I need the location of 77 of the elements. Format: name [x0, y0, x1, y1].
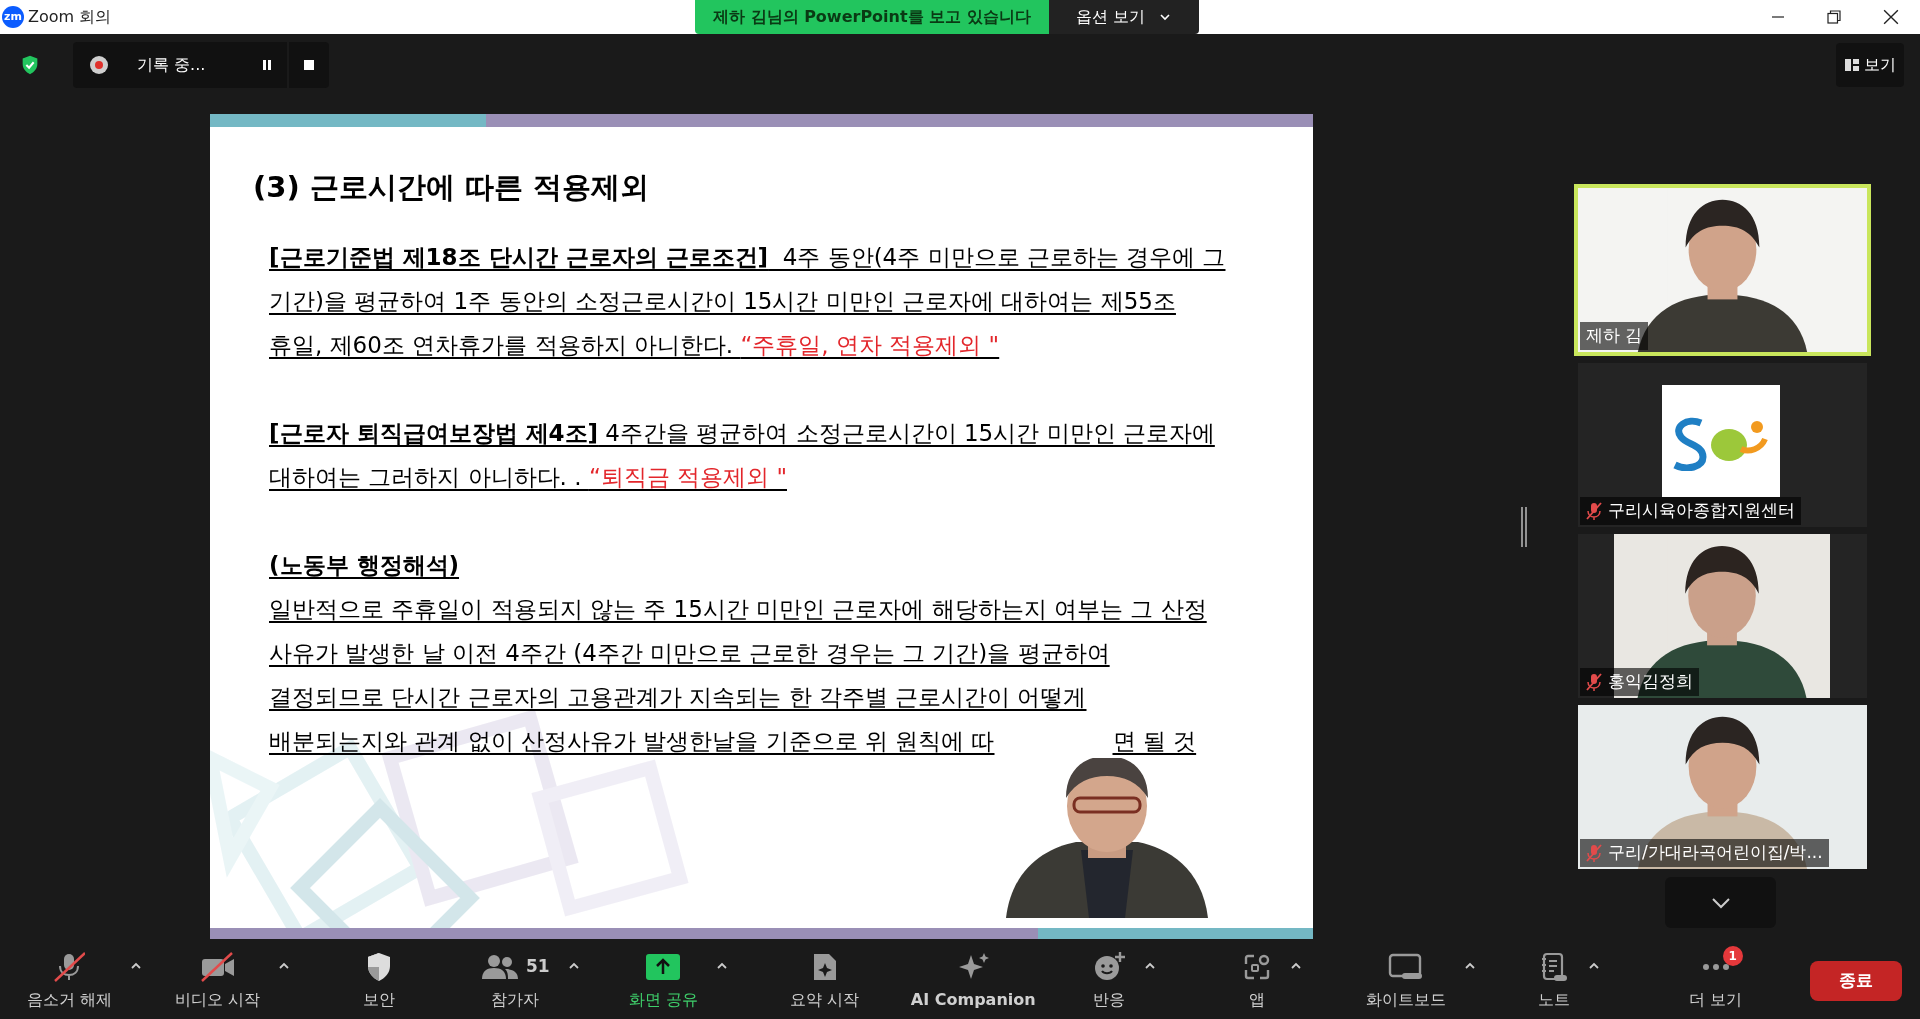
end-meeting-button[interactable]: 종료 — [1810, 961, 1902, 1001]
toolbar-button[interactable]: 반응 — [1087, 948, 1130, 1014]
caret-up-icon[interactable] — [567, 962, 580, 970]
caret-up-icon[interactable] — [1143, 962, 1156, 970]
toolbar-label: 참가자 — [490, 989, 539, 1011]
toolbar-label: 더 보기 — [1689, 989, 1743, 1011]
participant-tile[interactable]: 구리/가대라곡어린이집/박... — [1578, 705, 1867, 869]
toolbar-label: 앱 — [1249, 989, 1266, 1011]
caret-up-icon[interactable] — [715, 962, 728, 970]
participant-count: 51 — [525, 955, 550, 979]
participant-name: 구리/가대라곡어린이집/박... — [1608, 841, 1823, 865]
recording-icon — [89, 54, 109, 75]
slide-text-line: 휴일, 제60조 연차휴가를 적용하지 아니한다. “주휴일, 연차 적용제외 " — [269, 330, 1000, 360]
notification-badge: 1 — [1722, 946, 1743, 966]
view-button[interactable]: 보기 — [1836, 42, 1904, 87]
toolbar-button[interactable]: 노트 — [1534, 948, 1575, 1014]
toolbar-label: 보안 — [363, 989, 396, 1011]
toolbar-button[interactable]: 요약 시작 — [786, 948, 864, 1014]
toolbar-label: 요약 시작 — [790, 989, 860, 1011]
toolbar-label: 화면 공유 — [628, 989, 698, 1011]
close-icon[interactable] — [1883, 9, 1899, 25]
participant-name: 구리시육아종합지원센터 — [1608, 499, 1795, 523]
stop-icon[interactable] — [303, 58, 315, 71]
slide-title: (3) 근로시간에 따른 적용제외 — [253, 169, 650, 206]
chevron-down-icon — [1710, 896, 1731, 909]
toolbar-label: 비디오 시작 — [175, 989, 261, 1011]
caret-up-icon[interactable] — [1588, 962, 1601, 970]
restore-icon[interactable] — [1827, 10, 1841, 24]
slide-text-line: [근로자 퇴직급여보장법 제4조] 4주간을 평균하여 소정근로시간이 15시간 미만인 근로자에 — [269, 418, 1215, 448]
caret-up-icon[interactable] — [1463, 962, 1476, 970]
slide-text-line: 면 될 것 — [1112, 726, 1197, 756]
chevron-down-icon — [1159, 13, 1172, 21]
participant-name: 제하 김 — [1586, 324, 1643, 348]
layout-icon — [1844, 56, 1860, 73]
caret-up-icon[interactable] — [129, 962, 142, 970]
caret-up-icon[interactable] — [278, 962, 291, 970]
toolbar-button[interactable]: 비디오 시작 — [171, 948, 265, 1014]
slide-text-line: [근로기준법 제18조 단시간 근로자의 근로조건] 4주 동안(4주 미만으로 근로하는 경우에 그 — [269, 242, 1226, 272]
toolbar-button[interactable]: 음소거 해제 — [22, 948, 116, 1014]
caret-up-icon[interactable] — [1290, 962, 1303, 970]
participant-tile[interactable]: 구리시육아종합지원센터 — [1578, 363, 1867, 527]
share-screen-icon — [645, 953, 682, 981]
participant-tile[interactable]: 홍익김정희 — [1578, 534, 1867, 698]
whiteboard-icon — [1387, 952, 1424, 982]
recording-label: 기록 중... — [137, 53, 207, 76]
slide-text-line: 배분되는지와 관계 없이 산정사유가 발생한날을 기준으로 위 원칙에 따 — [269, 726, 995, 756]
slide-text-line: 기간)을 평균하여 1주 동안의 소정근로시간이 15시간 미만인 근로자에 대하여는 제55조 — [269, 286, 1176, 316]
more-icon — [1702, 964, 1729, 970]
toolbar-label: 반응 — [1092, 989, 1125, 1011]
slide-text-line: 일반적으로 주휴일이 적용되지 않는 주 15시간 미만인 근로자에 해당하는지 여부는 그 산정 — [269, 594, 1207, 624]
muted-mic-icon — [1586, 844, 1602, 862]
toolbar-label: 노트 — [1538, 989, 1571, 1011]
toolbar-button[interactable]: AI Companion — [906, 948, 1040, 1014]
toolbar-label: AI Companion — [910, 989, 1036, 1011]
share-banner: 제하 김님의 PowerPoint를 보고 있습니다 — [695, 0, 1049, 34]
window-title: Zoom 회의 — [28, 6, 112, 28]
participant-tile[interactable]: 제하 김 — [1574, 184, 1871, 356]
slide-text-line: 사유가 발생한 날 이전 4주간 (4주간 미만으로 근로한 경우는 그 기간)을 평균하여 — [269, 638, 1110, 668]
toolbar-label: 화이트보드 — [1365, 989, 1446, 1011]
app-logo: zm — [2, 6, 24, 28]
slide-text-line: 대하여는 그러하지 아니하다. . “퇴직금 적용제외 " — [269, 462, 787, 492]
toolbar-button[interactable]: 앱 — [1238, 948, 1277, 1014]
notebook-icon — [1539, 951, 1570, 983]
resize-handle-icon[interactable] — [1520, 507, 1528, 547]
toolbar-button[interactable]: 1 더 보기 — [1685, 948, 1747, 1014]
pause-icon[interactable] — [261, 58, 273, 71]
toolbar-button[interactable]: 화면 공유 — [624, 948, 702, 1014]
participant-name: 홍익김정희 — [1608, 670, 1693, 694]
muted-mic-icon — [1586, 502, 1602, 520]
options-button[interactable]: 옵션 보기 — [1048, 0, 1199, 34]
slide-text-line: (노동부 행정해석) — [269, 550, 460, 580]
toolbar-label: 음소거 해제 — [26, 989, 112, 1011]
slide-text-line: 결정되므로 단시간 근로자의 고용관계가 지속되는 한 각주별 근로시간이 어떻게 — [269, 682, 1087, 712]
toolbar-button[interactable]: 보안 — [359, 948, 400, 1014]
toolbar-button[interactable]: 화이트보드 — [1361, 948, 1450, 1014]
muted-mic-icon — [1586, 673, 1602, 691]
toolbar-button[interactable]: 51 참가자 — [475, 948, 554, 1014]
